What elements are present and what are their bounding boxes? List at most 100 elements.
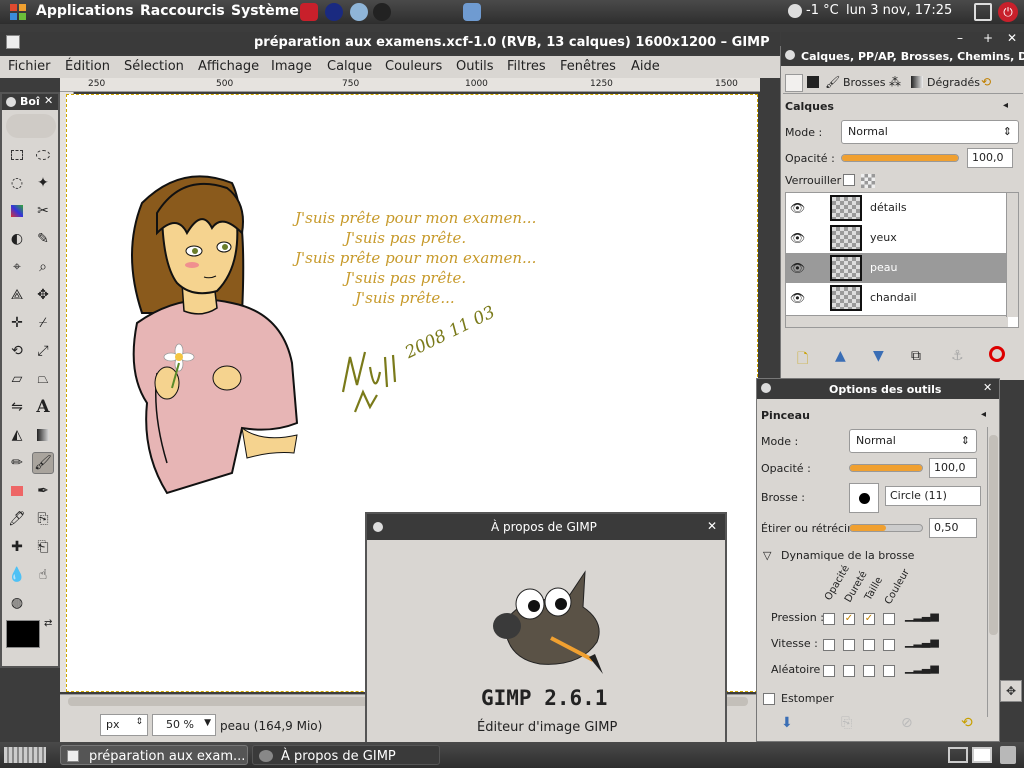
workspace-1-icon[interactable] (948, 747, 968, 763)
zoom-selector[interactable]: 50 % ▼ (152, 714, 216, 736)
tab-brushes[interactable]: Brosses (843, 76, 886, 89)
align-icon[interactable]: ✛ (6, 312, 28, 334)
anchor-layer-icon[interactable]: ⚓ (951, 348, 964, 364)
paint-mode-select[interactable]: Normal ⇕ (849, 429, 977, 453)
scale-input[interactable]: 0,50 (929, 518, 977, 538)
perspective-clone-icon[interactable]: ⎗ (32, 536, 54, 558)
scale-slider[interactable] (849, 524, 923, 532)
window-menu-icon[interactable] (785, 50, 795, 60)
navigate-icon[interactable]: ✥ (1000, 680, 1022, 702)
menu-fichier[interactable]: Fichier (8, 59, 51, 74)
pattern-tab-icon[interactable]: ⁂ (889, 75, 901, 89)
blur-icon[interactable]: 💧 (6, 564, 28, 586)
folder-launcher-icon[interactable] (463, 3, 481, 21)
close-icon[interactable]: ✕ (983, 381, 992, 394)
lock-pixels-checkbox[interactable] (843, 174, 855, 186)
dodge-burn-icon[interactable]: ◍ (6, 592, 28, 614)
visibility-eye-icon[interactable]: 👁 (790, 231, 805, 245)
applications-menu[interactable]: Applications (36, 3, 134, 19)
menu-couleurs[interactable]: Couleurs (385, 59, 442, 74)
workspace-2-icon[interactable] (972, 747, 992, 763)
delete-options-icon[interactable]: ⊘ (901, 715, 913, 731)
paint-opacity-input[interactable]: 100,0 (929, 458, 977, 478)
dynamics-checkbox[interactable] (883, 613, 895, 625)
menu-aide[interactable]: Aide (631, 59, 660, 74)
save-options-icon[interactable]: ⬇ (781, 715, 793, 731)
dynamics-checkbox[interactable] (823, 613, 835, 625)
paint-opacity-slider[interactable] (849, 464, 923, 472)
dynamics-checkbox[interactable] (883, 665, 895, 677)
menu-selection[interactable]: Sélection (124, 59, 184, 74)
trash-icon[interactable] (1000, 746, 1016, 764)
layer-opacity-input[interactable]: 100,0 (967, 148, 1013, 168)
paintbrush-icon[interactable]: 🖌 (32, 452, 54, 474)
dynamics-checkbox[interactable] (863, 639, 875, 651)
window-menu-icon[interactable] (373, 522, 383, 532)
dynamics-checkbox[interactable] (883, 639, 895, 651)
dynamics-checkbox[interactable] (863, 665, 875, 677)
visibility-eye-icon[interactable]: 👁 (790, 201, 805, 215)
close-icon[interactable]: ✕ (44, 94, 53, 107)
weather-icon[interactable] (788, 4, 802, 18)
text-tool-icon[interactable]: A (32, 396, 54, 418)
window-menu-icon[interactable] (761, 383, 771, 393)
scissors-icon[interactable]: ✂ (32, 200, 54, 222)
zoom-icon[interactable]: ⌕ (32, 256, 54, 278)
show-desktop-icon[interactable] (4, 747, 46, 763)
dynamics-curve-icon[interactable]: ▁▂▃▅ (905, 609, 939, 622)
dynamics-checkbox[interactable] (843, 665, 855, 677)
reset-options-icon[interactable]: ⟲ (961, 715, 973, 731)
dynamics-checkbox[interactable]: ✓ (863, 613, 875, 625)
dynamics-checkbox[interactable] (823, 639, 835, 651)
duplicate-layer-icon[interactable]: ⧉ (911, 348, 921, 364)
visibility-eye-icon[interactable]: 👁 (790, 261, 805, 275)
heal-icon[interactable]: ✚ (6, 536, 28, 558)
configure-tab-icon[interactable]: ◂ (1003, 100, 1008, 111)
unit-selector[interactable]: px ⇕ (100, 714, 148, 736)
dynamics-checkbox[interactable]: ✓ (843, 613, 855, 625)
layer-opacity-slider[interactable] (841, 154, 959, 162)
network-launcher-icon[interactable] (350, 3, 368, 21)
scrollbar-thumb[interactable] (989, 435, 998, 635)
window-menu-icon[interactable] (6, 35, 20, 49)
system-menu[interactable]: Système (231, 3, 299, 19)
close-icon[interactable]: ✕ (1007, 31, 1017, 45)
dynamics-label[interactable]: Dynamique de la brosse (781, 549, 914, 562)
scale-icon[interactable]: ⤢ (32, 340, 54, 362)
taskbar-item-about[interactable]: À propos de GIMP (252, 745, 440, 765)
firefox-launcher-icon[interactable] (325, 3, 343, 21)
clock[interactable]: lun 3 nov, 17:25 (846, 3, 952, 18)
taskbar-item-main[interactable]: préparation aux exam... (60, 745, 248, 765)
raise-layer-icon[interactable]: ▲ (835, 348, 846, 364)
pencil-icon[interactable]: ✏ (6, 452, 28, 474)
paths-icon[interactable]: ✎ (32, 228, 54, 250)
wilber-drop-zone[interactable] (6, 114, 56, 138)
color-select-icon[interactable] (6, 200, 28, 222)
foreground-color-swatch[interactable] (6, 620, 40, 648)
spss-launcher-icon[interactable] (300, 3, 318, 21)
rotate-icon[interactable]: ⟲ (6, 340, 28, 362)
menu-image[interactable]: Image (271, 59, 312, 74)
menu-calque[interactable]: Calque (327, 59, 372, 74)
network-status-icon[interactable] (974, 3, 992, 21)
fade-checkbox[interactable] (763, 693, 775, 705)
tab-channels[interactable] (807, 76, 819, 88)
shortcuts-menu[interactable]: Raccourcis (140, 3, 225, 19)
minimize-icon[interactable]: – (957, 31, 963, 45)
quit-icon[interactable]: ⏻ (998, 2, 1018, 22)
flip-icon[interactable]: ⇋ (6, 396, 28, 418)
foreground-select-icon[interactable]: ◐ (6, 228, 28, 250)
more-tabs-icon[interactable]: ⟲ (981, 75, 991, 89)
menu-filtres[interactable]: Filtres (507, 59, 546, 74)
brush-preview[interactable] (849, 483, 879, 513)
visibility-eye-icon[interactable]: 👁 (790, 291, 805, 305)
brush-name-field[interactable]: Circle (11) (885, 486, 981, 506)
lock-alpha-icon[interactable] (861, 174, 875, 188)
layer-row[interactable]: 👁 peau (786, 253, 1008, 283)
maximize-icon[interactable]: + (983, 31, 993, 45)
delete-layer-icon[interactable] (989, 346, 1005, 362)
clone-icon[interactable]: ⎘ (32, 508, 54, 530)
gradient-icon[interactable] (32, 424, 54, 446)
layers-hscroll[interactable] (786, 315, 1008, 327)
bucket-fill-icon[interactable]: ◭ (6, 424, 28, 446)
